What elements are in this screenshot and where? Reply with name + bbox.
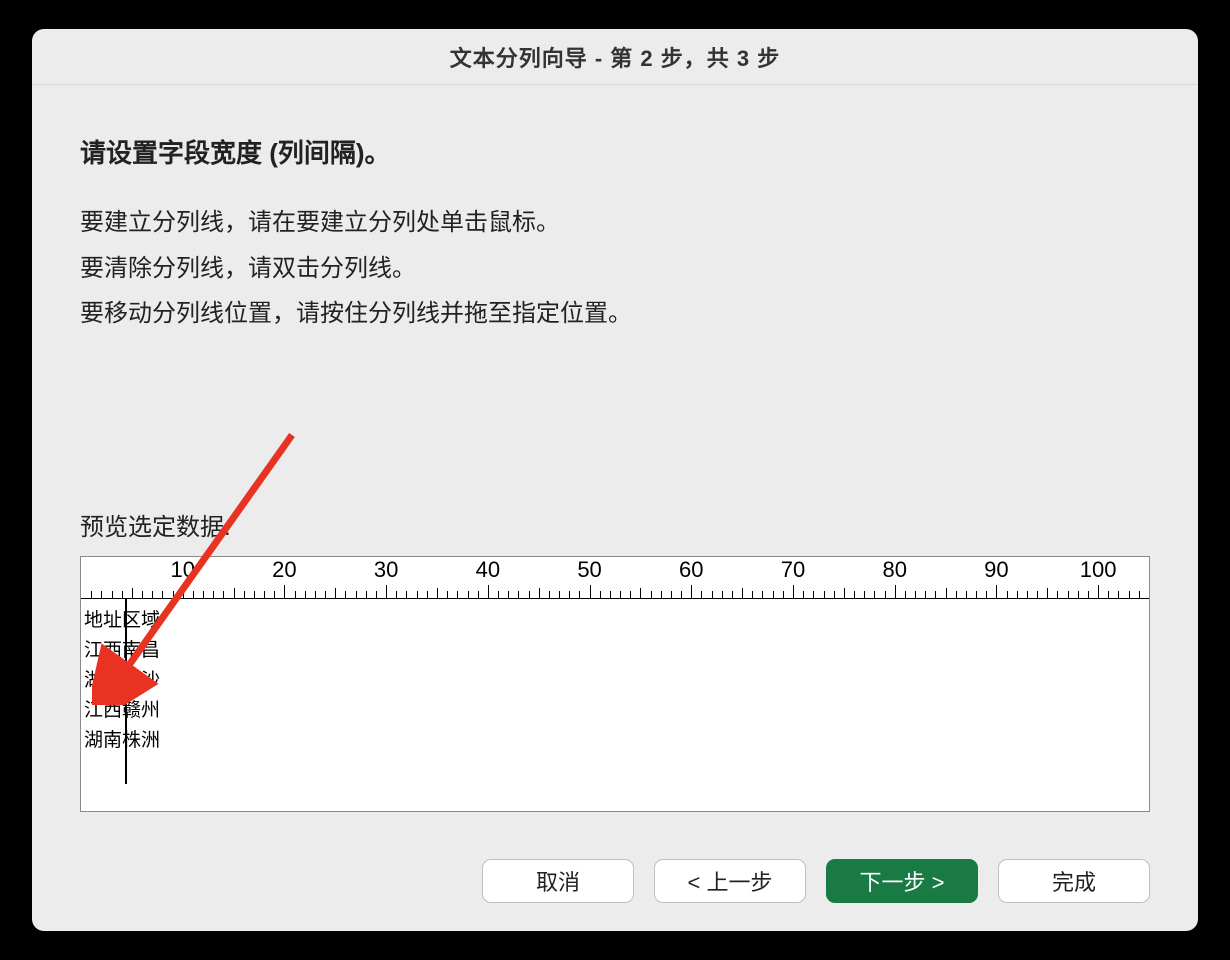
cell-col2: 南昌 [122,640,160,661]
preview-data-area[interactable]: 地址区域江西南昌湖南长沙江西赣州湖南株洲 [81,599,1149,784]
table-row: 江西赣州 [84,695,160,722]
ruler[interactable]: 10 20 30 40 50 60 70 80 90 100 [81,557,1149,599]
cell-col2: 长沙 [122,670,160,691]
cell-col2: 株洲 [122,730,160,751]
instructions-block: 要建立分列线，请在要建立分列处单击鼠标。 要清除分列线，请双击分列线。 要移动分… [80,200,1150,337]
section-heading: 请设置字段宽度 (列间隔)。 [80,133,1150,170]
back-button[interactable]: < 上一步 [654,859,806,903]
ruler-label: 30 [374,557,398,583]
next-button[interactable]: 下一步 > [826,859,978,903]
ruler-label: 100 [1080,557,1117,583]
ruler-label: 70 [781,557,805,583]
preview-box: 102030405060708090100 地址区域江西南昌湖南长沙江西赣州湖南… [80,556,1150,812]
cell-col1: 江西 [84,640,122,661]
ruler-label: 90 [984,557,1008,583]
ruler-label: 40 [476,557,500,583]
instruction-line-3: 要移动分列线位置，请按住分列线并拖至指定位置。 [80,291,1150,337]
table-row: 江西南昌 [84,635,160,662]
cell-col2: 区域 [122,610,160,631]
finish-button[interactable]: 完成 [998,859,1150,903]
cell-col1: 湖南 [84,670,122,691]
instruction-line-2: 要清除分列线，请双击分列线。 [80,246,1150,292]
dialog-content: 请设置字段宽度 (列间隔)。 要建立分列线，请在要建立分列处单击鼠标。 要清除分… [32,85,1198,835]
ruler-label: 80 [882,557,906,583]
ruler-label: 20 [272,557,296,583]
cell-col1: 湖南 [84,730,122,751]
ruler-label: 50 [577,557,601,583]
cell-col1: 地址 [84,610,122,631]
cancel-button[interactable]: 取消 [482,859,634,903]
preview-label: 预览选定数据: [80,507,1150,542]
cell-col2: 赣州 [122,700,160,721]
dialog-title: 文本分列向导 - 第 2 步，共 3 步 [32,29,1198,85]
ruler-label: 10 [170,557,194,583]
table-row: 湖南株洲 [84,725,160,752]
text-columns-wizard-dialog: 文本分列向导 - 第 2 步，共 3 步 请设置字段宽度 (列间隔)。 要建立分… [32,29,1198,931]
ruler-label: 60 [679,557,703,583]
dialog-buttons: 取消 < 上一步 下一步 > 完成 [32,835,1198,931]
table-row: 湖南长沙 [84,665,160,692]
table-row: 地址区域 [84,605,160,632]
instruction-line-1: 要建立分列线，请在要建立分列处单击鼠标。 [80,200,1150,246]
cell-col1: 江西 [84,700,122,721]
